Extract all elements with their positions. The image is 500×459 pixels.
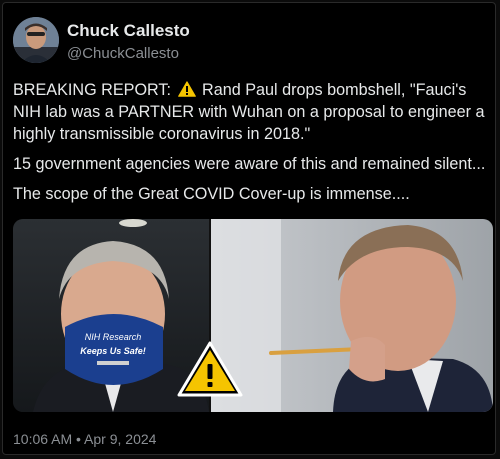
post-image[interactable]: NIH Research Keeps Us Safe! — [13, 219, 493, 412]
left-photo-panel: NIH Research Keeps Us Safe! — [13, 219, 209, 412]
mask-text-line-2: Keeps Us Safe! — [80, 346, 146, 356]
post-line-1-prefix: BREAKING REPORT: — [13, 81, 172, 99]
post-line-3: The scope of the Great COVID Cover-up is… — [13, 185, 410, 203]
post-line-2: 15 government agencies were aware of thi… — [13, 155, 486, 173]
warning-icon — [177, 81, 196, 97]
post-body: BREAKING REPORT: Rand Paul drops bombshe… — [13, 79, 489, 213]
post-card: Chuck Callesto @ChuckCallesto BREAKING R… — [2, 2, 496, 455]
right-photo-panel — [211, 219, 493, 412]
avatar[interactable] — [13, 17, 59, 63]
post-timestamp[interactable]: 10:06 AM • Apr 9, 2024 — [13, 431, 156, 447]
mask-text-line-1: NIH Research — [85, 332, 142, 342]
author-name[interactable]: Chuck Callesto — [67, 21, 190, 41]
post-line-1: BREAKING REPORT: Rand Paul drops bombshe… — [13, 79, 489, 145]
author-handle[interactable]: @ChuckCallesto — [67, 45, 179, 62]
